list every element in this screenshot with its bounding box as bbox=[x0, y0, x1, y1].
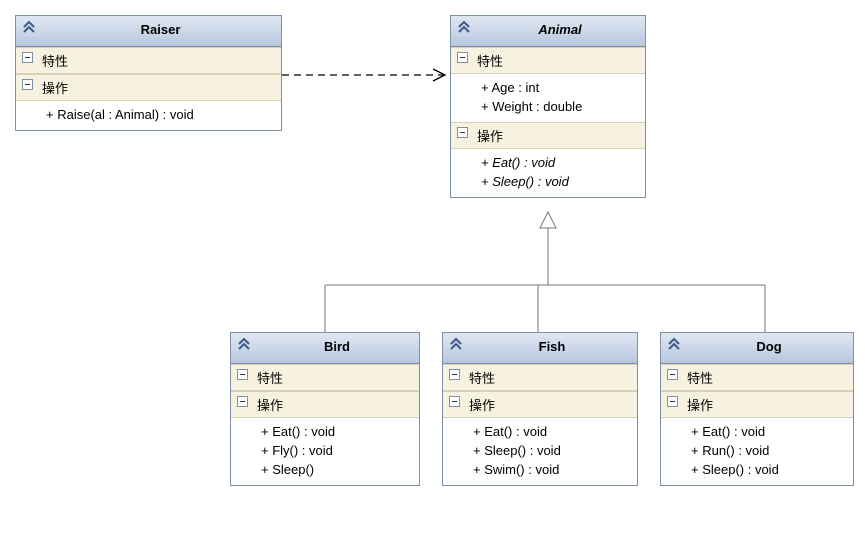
operation-row[interactable]: + Eat() : void bbox=[261, 422, 411, 441]
operation-row[interactable]: + Swim() : void bbox=[473, 460, 629, 479]
attributes-label: 特性 bbox=[257, 371, 283, 386]
chevron-up-icon bbox=[449, 337, 463, 351]
collapse-icon[interactable] bbox=[22, 79, 33, 90]
operation-row[interactable]: + Run() : void bbox=[691, 441, 845, 460]
collapse-icon[interactable] bbox=[449, 369, 460, 380]
operation-row[interactable]: + Raise(al : Animal) : void bbox=[46, 105, 273, 124]
attributes-header[interactable]: 特性 bbox=[661, 364, 853, 391]
operations-header[interactable]: 操作 bbox=[451, 122, 645, 149]
generalization-arrowhead bbox=[540, 212, 556, 228]
operation-row[interactable]: + Eat() : void bbox=[481, 153, 637, 172]
collapse-icon[interactable] bbox=[667, 396, 678, 407]
operations-label: 操作 bbox=[42, 81, 68, 96]
attributes-label: 特性 bbox=[477, 54, 503, 69]
collapse-icon[interactable] bbox=[237, 396, 248, 407]
operations-label: 操作 bbox=[257, 398, 283, 413]
collapse-icon[interactable] bbox=[457, 127, 468, 138]
operations-body: + Eat() : void + Sleep() : void bbox=[451, 149, 645, 197]
attributes-header[interactable]: 特性 bbox=[451, 47, 645, 74]
operation-row[interactable]: + Sleep() : void bbox=[473, 441, 629, 460]
class-header-bird[interactable]: Bird bbox=[231, 333, 419, 364]
class-fish[interactable]: Fish 特性 操作 + Eat() : void + Sleep() : vo… bbox=[442, 332, 638, 486]
operation-row[interactable]: + Sleep() : void bbox=[481, 172, 637, 191]
operations-body: + Eat() : void + Fly() : void + Sleep() bbox=[231, 418, 419, 485]
class-name: Animal bbox=[538, 22, 581, 37]
operation-row[interactable]: + Fly() : void bbox=[261, 441, 411, 460]
class-header-fish[interactable]: Fish bbox=[443, 333, 637, 364]
class-name: Dog bbox=[756, 339, 781, 354]
attributes-label: 特性 bbox=[469, 371, 495, 386]
operation-row[interactable]: + Eat() : void bbox=[691, 422, 845, 441]
chevron-up-icon bbox=[22, 20, 36, 34]
class-header-raiser[interactable]: Raiser bbox=[16, 16, 281, 47]
attributes-body: + Age : int + Weight : double bbox=[451, 74, 645, 122]
attribute-row[interactable]: + Age : int bbox=[481, 78, 637, 97]
attributes-header[interactable]: 特性 bbox=[443, 364, 637, 391]
collapse-icon[interactable] bbox=[667, 369, 678, 380]
attributes-header[interactable]: 特性 bbox=[16, 47, 281, 74]
attribute-row[interactable]: + Weight : double bbox=[481, 97, 637, 116]
collapse-icon[interactable] bbox=[449, 396, 460, 407]
operations-body: + Eat() : void + Sleep() : void + Swim()… bbox=[443, 418, 637, 485]
operations-header[interactable]: 操作 bbox=[16, 74, 281, 101]
operations-header[interactable]: 操作 bbox=[661, 391, 853, 418]
operations-label: 操作 bbox=[477, 129, 503, 144]
class-header-animal[interactable]: Animal bbox=[451, 16, 645, 47]
attributes-label: 特性 bbox=[687, 371, 713, 386]
operation-row[interactable]: + Sleep() bbox=[261, 460, 411, 479]
operation-row[interactable]: + Eat() : void bbox=[473, 422, 629, 441]
operations-label: 操作 bbox=[469, 398, 495, 413]
diagram-canvas: Raiser 特性 操作 + Raise(al : Animal) : void… bbox=[0, 0, 865, 535]
chevron-up-icon bbox=[237, 337, 251, 351]
attributes-header[interactable]: 特性 bbox=[231, 364, 419, 391]
operations-label: 操作 bbox=[687, 398, 713, 413]
operations-header[interactable]: 操作 bbox=[231, 391, 419, 418]
class-name: Bird bbox=[324, 339, 350, 354]
class-animal[interactable]: Animal 特性 + Age : int + Weight : double … bbox=[450, 15, 646, 198]
operations-header[interactable]: 操作 bbox=[443, 391, 637, 418]
class-name: Fish bbox=[539, 339, 566, 354]
collapse-icon[interactable] bbox=[22, 52, 33, 63]
class-name: Raiser bbox=[141, 22, 181, 37]
operations-body: + Raise(al : Animal) : void bbox=[16, 101, 281, 130]
dependency-arrowhead bbox=[433, 69, 445, 81]
class-raiser[interactable]: Raiser 特性 操作 + Raise(al : Animal) : void bbox=[15, 15, 282, 131]
class-header-dog[interactable]: Dog bbox=[661, 333, 853, 364]
attributes-label: 特性 bbox=[42, 54, 68, 69]
chevron-up-icon bbox=[457, 20, 471, 34]
chevron-up-icon bbox=[667, 337, 681, 351]
operation-row[interactable]: + Sleep() : void bbox=[691, 460, 845, 479]
class-dog[interactable]: Dog 特性 操作 + Eat() : void + Run() : void … bbox=[660, 332, 854, 486]
collapse-icon[interactable] bbox=[457, 52, 468, 63]
class-bird[interactable]: Bird 特性 操作 + Eat() : void + Fly() : void… bbox=[230, 332, 420, 486]
collapse-icon[interactable] bbox=[237, 369, 248, 380]
operations-body: + Eat() : void + Run() : void + Sleep() … bbox=[661, 418, 853, 485]
